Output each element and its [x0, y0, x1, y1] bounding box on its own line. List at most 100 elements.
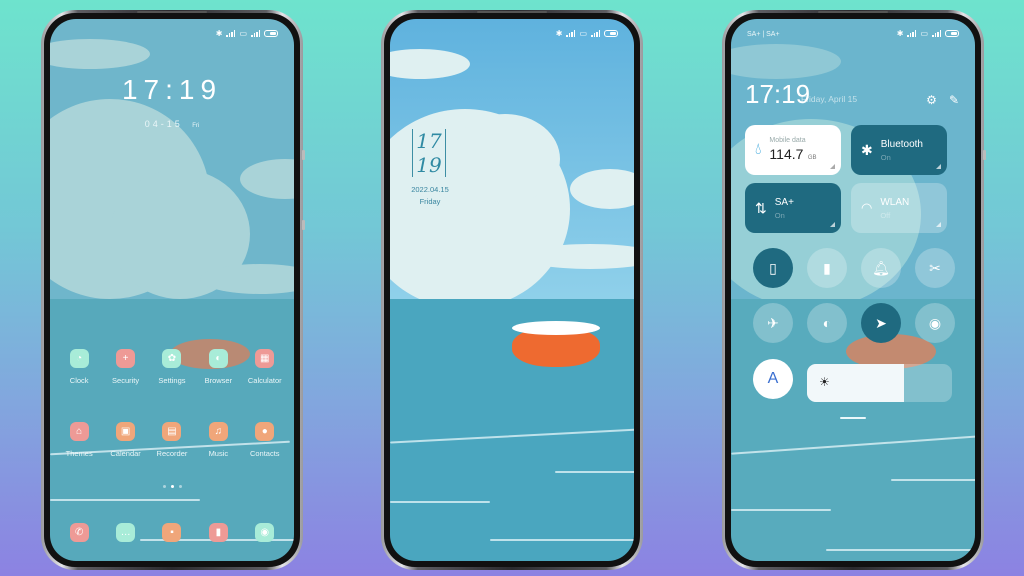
screenshot-toggle[interactable]: ✂ [915, 248, 955, 288]
flashlight-toggle[interactable]: ▮ [807, 248, 847, 288]
app-notes[interactable]: ▪ [149, 523, 195, 542]
side-button [302, 150, 305, 160]
app-label: Recorder [156, 449, 188, 458]
vibrate-toggle[interactable]: ▯ [753, 248, 793, 288]
cloud [731, 44, 841, 79]
bluetooth-icon: ✱ [555, 29, 563, 38]
vibrate-icon: ▯ [769, 259, 777, 276]
clock-widget-time[interactable]: 17:19 [50, 74, 294, 106]
day-text: Fri [192, 123, 200, 129]
app-messages[interactable]: … [103, 523, 149, 542]
edit-icon[interactable]: ✎ [949, 93, 959, 107]
settings-icon: ✿ [162, 349, 182, 368]
contrast-icon: ◐ [822, 315, 832, 331]
app-themes[interactable]: ⌂ Themes [56, 422, 102, 458]
expand-corner-icon [830, 164, 835, 169]
books-icon: ▮ [208, 523, 228, 542]
app-books[interactable]: ▮ [195, 523, 241, 542]
wave [731, 509, 831, 511]
app-label: Calculator [247, 376, 282, 385]
themes-icon: ⌂ [69, 422, 89, 441]
signal-icon [251, 30, 260, 37]
bluetooth-label: Bluetooth [880, 138, 923, 150]
airplane-icon: ✈ [767, 314, 779, 331]
drag-handle[interactable] [840, 417, 866, 419]
page-dot[interactable] [178, 485, 182, 488]
signal-icon [591, 30, 600, 37]
app-phone[interactable]: ✆ [56, 523, 102, 542]
status-bar: ✱ ▭ [216, 29, 278, 38]
side-button [983, 150, 986, 160]
app-contacts[interactable]: ● Contacts [242, 422, 288, 458]
sa-plus-label: SA+ [774, 196, 794, 208]
signal-icon [226, 30, 236, 37]
wave [891, 479, 975, 481]
phone-home-screen: ✱ ▭ 17:19 04-15 Fri ◔ Clock + Security ✿ Sett… [41, 10, 305, 570]
calendar-icon: ▣ [116, 422, 136, 441]
bell-toggle[interactable]: 🔔︎ [861, 248, 901, 288]
wlan-tile[interactable]: ◠ WLAN Off [851, 183, 947, 233]
carrier-label: SA+ | SA+ [747, 31, 780, 38]
app-label: Calendar [110, 449, 141, 458]
clock-icon: ◔ [69, 349, 89, 368]
app-recorder[interactable]: ▤ Recorder [149, 422, 195, 458]
phone-icon: ✆ [69, 523, 89, 542]
brightness-slider[interactable]: ☀ [807, 364, 952, 402]
wlan-status: Off [880, 210, 891, 220]
airplane-toggle[interactable]: ✈ [753, 303, 793, 343]
camera-icon: ◉ [255, 523, 275, 542]
sa-plus-status: On [774, 210, 785, 220]
expand-corner-icon [936, 222, 941, 227]
app-music[interactable]: ♫ Music [195, 422, 241, 458]
control-center-actions: ⚙ ✎ [926, 93, 959, 107]
cloud [570, 169, 634, 209]
wave [390, 501, 490, 503]
app-security[interactable]: + Security [103, 349, 149, 385]
bluetooth-tile[interactable]: ✱ Bluetooth On [851, 125, 947, 175]
app-settings[interactable]: ✿ Settings [149, 349, 195, 385]
cloud [450, 114, 560, 204]
lock-day: Friday [419, 197, 441, 206]
data-transfer-icon: ⇅ [755, 199, 767, 216]
browser-icon: ◐ [208, 349, 228, 368]
bluetooth-icon: ✱ [215, 29, 223, 38]
vertical-clock: 17 19 [412, 129, 446, 177]
sa-plus-tile[interactable]: ⇅ SA+ On [745, 183, 841, 233]
reading-mode-toggle[interactable]: ◉ [915, 303, 955, 343]
app-label: Security [112, 376, 140, 385]
settings-icon[interactable]: ⚙ [926, 93, 937, 107]
app-camera[interactable]: ◉ [242, 523, 288, 542]
mobile-data-value: 114.7 [769, 145, 804, 162]
date-text: 04-15 [144, 119, 183, 129]
speaker-grille [137, 11, 207, 13]
page-dot[interactable] [162, 485, 166, 488]
messages-icon: … [116, 523, 136, 542]
expand-corner-icon [936, 164, 941, 169]
signal-icon [566, 30, 576, 37]
app-calendar[interactable]: ▣ Calendar [103, 422, 149, 458]
app-label: Browser [204, 376, 233, 385]
cloud [240, 159, 294, 199]
dark-mode-toggle[interactable]: ◐ [807, 303, 847, 343]
location-toggle[interactable]: ➤ [861, 303, 901, 343]
hd-icon: ▭ [920, 29, 928, 38]
app-label: Clock [69, 376, 89, 385]
page-indicator[interactable] [50, 485, 294, 488]
battery-icon [264, 30, 278, 37]
auto-brightness-button[interactable]: A [753, 359, 793, 399]
wallpaper-sky [50, 19, 294, 299]
wave [555, 471, 634, 473]
bluetooth-icon: ✱ [896, 29, 904, 38]
app-calculator[interactable]: ▦ Calculator [242, 349, 288, 385]
status-bar: ✱ ▭ [897, 29, 959, 38]
wave [390, 428, 634, 444]
app-browser[interactable]: ◐ Browser [195, 349, 241, 385]
control-center-screen: SA+ | SA+ ✱ ▭ 17:19 Friday, April 15 ⚙ ✎… [731, 19, 975, 561]
mobile-data-tile[interactable]: 💧︎ Mobile data 114.7 GB [745, 125, 841, 175]
hd-icon: ▭ [579, 29, 587, 38]
app-clock[interactable]: ◔ Clock [56, 349, 102, 385]
notes-icon: ▪ [162, 523, 182, 542]
location-icon: ➤ [875, 314, 887, 331]
wave [731, 435, 975, 455]
page-dot[interactable] [170, 485, 174, 488]
